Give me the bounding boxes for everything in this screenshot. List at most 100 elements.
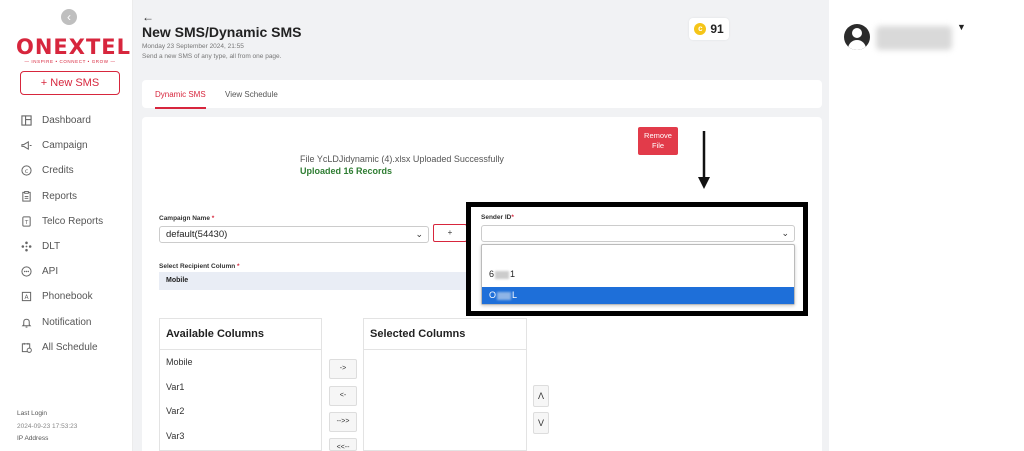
sidebar-item-reports[interactable]: Reports — [20, 184, 130, 209]
brand-logo: ONEXTEL — INSPIRE • CONNECT • GROW — — [16, 35, 132, 64]
tabs-bar: Dynamic SMS View Schedule — [142, 80, 822, 109]
tab-view-schedule[interactable]: View Schedule — [225, 90, 278, 99]
required-mark: * — [211, 215, 215, 222]
remove-file-button[interactable]: Remove File — [638, 127, 678, 155]
recipient-column-label-text: Select Recipient Column — [159, 263, 236, 270]
logo-text: ONEXTEL — [16, 35, 132, 59]
campaign-name-label-text: Campaign Name — [159, 215, 210, 222]
sidebar-item-dashboard[interactable]: Dashboard — [20, 108, 130, 133]
sender-id-option[interactable]: 61 — [482, 266, 794, 283]
list-item[interactable]: Var2 — [160, 399, 321, 424]
sidebar-nav: Dashboard Campaign c Credits Reports T T… — [20, 108, 130, 360]
coin-icon: c — [694, 23, 707, 35]
new-sms-button[interactable]: + New SMS — [20, 71, 120, 95]
sender-id-dropdown: 61 OL — [481, 244, 795, 305]
page-description: Send a new SMS of any type, all from one… — [142, 53, 282, 60]
sender-id-label: Sender ID* — [481, 214, 514, 221]
svg-text:T: T — [23, 220, 28, 226]
sidebar-item-phonebook[interactable]: A Phonebook — [20, 284, 130, 309]
upload-message: File YcLDJidynamic (4).xlsx Uploaded Suc… — [300, 154, 504, 164]
sender-id-label-text: Sender ID — [481, 214, 512, 221]
last-login-info: Last Login 2024-09-23 17:53:23 IP Addres… — [17, 408, 77, 446]
sidebar-item-all-schedule[interactable]: All Schedule — [20, 335, 130, 360]
dlt-icon — [20, 241, 32, 253]
phonebook-icon: A — [20, 291, 32, 303]
credits-badge[interactable]: c 91 — [689, 18, 729, 40]
upload-count: Uploaded 16 Records — [300, 166, 393, 176]
sidebar-item-telco-reports[interactable]: T Telco Reports — [20, 209, 130, 234]
list-item[interactable]: Var3 — [160, 424, 321, 449]
last-login-value: 2024-09-23 17:53:23 — [17, 422, 78, 430]
available-columns-panel: Available Columns Mobile Var1 Var2 Var3 — [159, 318, 322, 451]
logo-tagline: — INSPIRE • CONNECT • GROW — — [24, 59, 116, 64]
option-prefix: O — [489, 290, 497, 300]
sidebar-item-label: Campaign — [42, 140, 88, 152]
sidebar: ‹ ONEXTEL — INSPIRE • CONNECT • GROW — +… — [0, 0, 133, 451]
sidebar-item-label: Phonebook — [42, 291, 93, 303]
sender-id-option-selected[interactable]: OL — [482, 287, 794, 304]
sidebar-item-label: Telco Reports — [42, 215, 104, 227]
ip-address-label: IP Address — [17, 435, 49, 442]
arrow-down-icon — [698, 131, 710, 189]
option-suffix: L — [512, 290, 518, 300]
sidebar-item-label: API — [42, 266, 59, 278]
sidebar-item-dlt[interactable]: DLT — [20, 234, 130, 259]
move-down-button[interactable]: V — [533, 412, 549, 434]
campaign-name-label: Campaign Name * — [159, 215, 214, 222]
sidebar-item-campaign[interactable]: Campaign — [20, 133, 130, 158]
move-up-button[interactable]: Λ — [533, 385, 549, 407]
list-item[interactable]: Mobile — [160, 350, 321, 375]
svg-text:c: c — [24, 167, 28, 175]
recipient-column-value: Mobile — [166, 277, 189, 284]
user-panel — [829, 0, 1024, 451]
move-all-right-button[interactable]: -->> — [329, 412, 357, 432]
chevron-down-icon: ⌄ — [781, 228, 789, 238]
last-login-label: Last Login — [17, 410, 47, 417]
selected-columns-panel: Selected Columns — [363, 318, 527, 451]
user-avatar-icon[interactable] — [844, 24, 870, 50]
svg-text:A: A — [24, 294, 29, 301]
available-columns-title: Available Columns — [160, 319, 321, 350]
page-date: Monday 23 September 2024, 21:55 — [142, 43, 244, 50]
campaign-name-select[interactable]: default(54430) ⌄ — [159, 226, 429, 243]
list-item[interactable]: Var1 — [160, 375, 321, 400]
redacted-text — [497, 291, 512, 300]
credits-value: 91 — [710, 22, 724, 36]
campaign-name-value: default(54430) — [166, 229, 228, 240]
required-mark: * — [237, 263, 240, 270]
megaphone-icon — [20, 140, 32, 152]
sidebar-item-label: Dashboard — [42, 115, 91, 127]
redacted-text — [495, 270, 510, 279]
page-title: New SMS/Dynamic SMS — [142, 24, 302, 40]
api-icon — [20, 266, 32, 278]
sidebar-item-credits[interactable]: c Credits — [20, 158, 130, 183]
chevron-down-icon: ⌄ — [415, 229, 423, 239]
required-mark: * — [511, 214, 514, 221]
sidebar-item-api[interactable]: API — [20, 259, 130, 284]
sidebar-item-label: Credits — [42, 165, 74, 177]
redacted-user-name — [876, 26, 952, 50]
selected-columns-title: Selected Columns — [364, 319, 526, 350]
schedule-icon — [20, 341, 32, 353]
credits-icon: c — [20, 165, 32, 177]
option-prefix: 6 — [489, 269, 495, 279]
sidebar-item-label: Notification — [42, 316, 92, 328]
sidebar-item-notification[interactable]: Notification — [20, 310, 130, 335]
recipient-column-select[interactable]: Mobile ⌄ — [159, 272, 477, 290]
sidebar-item-label: All Schedule — [42, 341, 98, 353]
back-arrow-icon[interactable]: ← — [142, 10, 154, 24]
move-right-button[interactable]: -> — [329, 359, 357, 379]
user-menu-caret[interactable]: ▼ — [957, 22, 966, 32]
bell-icon — [20, 316, 32, 328]
tab-dynamic-sms[interactable]: Dynamic SMS — [155, 90, 206, 109]
recipient-column-label: Select Recipient Column * — [159, 263, 240, 270]
sidebar-item-label: DLT — [42, 241, 61, 253]
dashboard-icon — [20, 115, 32, 127]
move-all-left-button[interactable]: <<-- — [329, 438, 357, 451]
add-campaign-button[interactable]: + — [433, 224, 467, 242]
sender-id-select[interactable]: ⌄ — [481, 225, 795, 242]
option-suffix: 1 — [510, 269, 516, 279]
telco-reports-icon: T — [20, 215, 32, 227]
move-left-button[interactable]: <- — [329, 386, 357, 406]
chevron-left-icon[interactable]: ‹ — [61, 9, 77, 25]
